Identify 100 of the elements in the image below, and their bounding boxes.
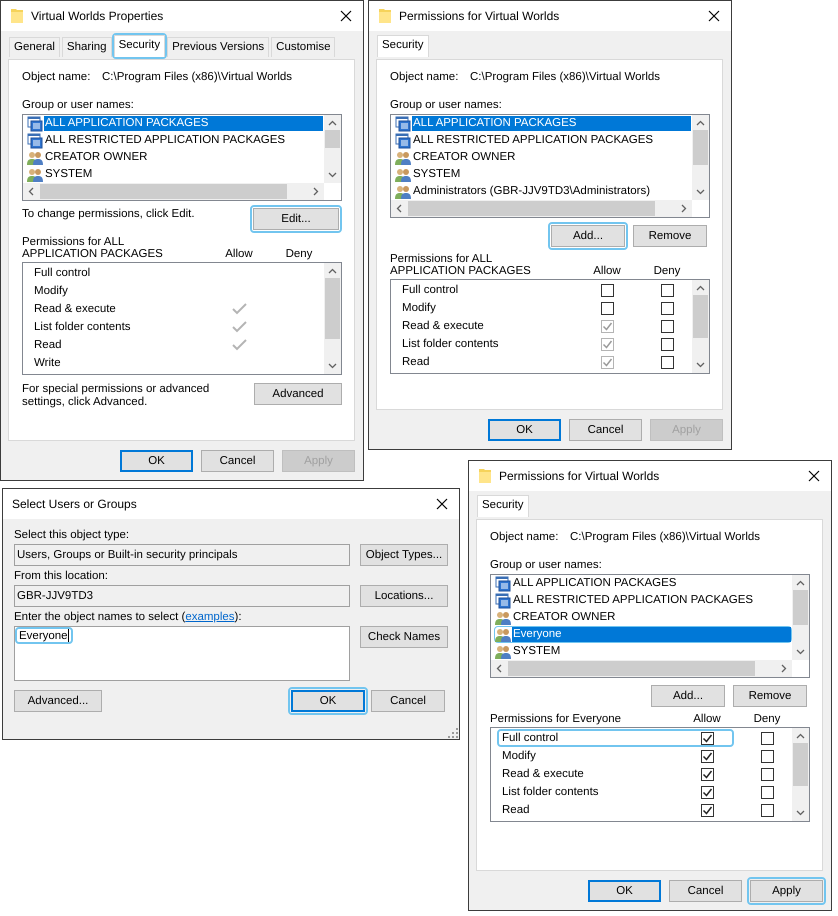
list-item[interactable]: CREATOR OWNER [44, 150, 323, 165]
checkbox[interactable] [660, 302, 674, 314]
advanced-button[interactable]: Advanced... [14, 690, 102, 712]
tab[interactable]: Sharing [62, 37, 112, 57]
scroll-left-icon[interactable] [396, 204, 402, 213]
dialog-button[interactable]: OK [291, 690, 365, 712]
scroll-thumb[interactable] [325, 130, 340, 148]
scroll-left-icon[interactable] [28, 187, 34, 196]
list-button[interactable]: Add... [651, 685, 725, 707]
dialog-button[interactable]: OK [588, 880, 661, 902]
instruction-text: For special permissions or advanced settings, click Advanced. [22, 383, 210, 409]
tab[interactable]: Security [377, 35, 429, 57]
scroll-up-icon[interactable] [328, 120, 337, 126]
scroll-up-icon[interactable] [328, 268, 337, 274]
scroll-left-icon[interactable] [496, 664, 502, 673]
tab[interactable]: Customise [271, 37, 336, 57]
check-names-button[interactable]: Check Names [360, 626, 448, 648]
tab[interactable]: General [9, 37, 60, 57]
scroll-right-icon[interactable] [681, 204, 687, 213]
list-item[interactable]: Administrators (GBR-JJV9TD3\Administrators) [412, 184, 691, 199]
list-button[interactable]: Edit... [253, 208, 339, 230]
dialog-button[interactable]: Cancel [569, 419, 642, 441]
tab[interactable]: Security [477, 495, 529, 517]
scroll-thumb[interactable] [693, 295, 708, 338]
vertical-scrollbar[interactable] [692, 280, 709, 373]
checkbox[interactable] [660, 284, 674, 296]
list-item[interactable]: SYSTEM [44, 167, 323, 182]
scroll-thumb[interactable] [793, 590, 808, 625]
horizontal-scrollbar[interactable] [23, 183, 324, 200]
horizontal-scrollbar[interactable] [391, 200, 692, 217]
dialog-button[interactable]: OK [488, 419, 561, 441]
list-item[interactable]: ALL APPLICATION PACKAGES [412, 116, 691, 131]
vertical-scrollbar[interactable] [792, 575, 809, 660]
close-icon[interactable] [808, 470, 820, 482]
permission-name: Modify [402, 302, 437, 314]
close-icon[interactable] [340, 10, 352, 22]
dialog-button[interactable]: Cancel [201, 450, 274, 472]
checkbox[interactable] [760, 750, 774, 762]
scroll-thumb[interactable] [508, 661, 755, 676]
scroll-down-icon[interactable] [796, 810, 805, 816]
scroll-up-icon[interactable] [696, 120, 705, 126]
scroll-thumb[interactable] [793, 743, 808, 786]
scroll-up-icon[interactable] [796, 580, 805, 586]
checkbox[interactable] [700, 786, 714, 798]
list-item[interactable]: SYSTEM [512, 644, 791, 659]
checkbox[interactable] [700, 804, 714, 816]
object-names-field[interactable]: Everyone [14, 626, 350, 681]
list-item[interactable]: ALL RESTRICTED APPLICATION PACKAGES [412, 133, 691, 148]
examples-link[interactable]: examples [185, 611, 235, 623]
dialog-button[interactable]: Cancel [371, 690, 445, 712]
checkbox[interactable] [600, 302, 614, 314]
list-button[interactable]: Remove [733, 685, 807, 707]
list-item[interactable]: ALL APPLICATION PACKAGES [44, 116, 323, 131]
dialog-button[interactable]: Cancel [669, 880, 742, 902]
close-icon[interactable] [436, 498, 448, 510]
field-button[interactable]: Object Types... [360, 544, 448, 566]
advanced-button[interactable]: Advanced [254, 383, 342, 405]
scroll-down-icon[interactable] [328, 363, 337, 369]
resize-grip-icon[interactable] [448, 728, 458, 738]
permissions-heading: Permissions for ALL [22, 236, 126, 248]
scroll-up-icon[interactable] [696, 285, 705, 291]
scroll-down-icon[interactable] [796, 649, 805, 655]
scroll-thumb[interactable] [408, 201, 655, 216]
list-item[interactable]: ALL RESTRICTED APPLICATION PACKAGES [44, 133, 323, 148]
vertical-scrollbar[interactable] [692, 115, 709, 200]
checkbox[interactable] [760, 804, 774, 816]
scroll-thumb[interactable] [325, 278, 340, 339]
vertical-scrollbar[interactable] [324, 263, 341, 374]
checkbox[interactable] [600, 284, 614, 296]
list-item[interactable]: CREATOR OWNER [412, 150, 691, 165]
tab[interactable]: Security [114, 35, 166, 57]
dialog-button[interactable]: OK [120, 450, 193, 472]
scroll-down-icon[interactable] [696, 362, 705, 368]
scroll-right-icon[interactable] [313, 187, 319, 196]
list-item[interactable]: ALL RESTRICTED APPLICATION PACKAGES [512, 593, 791, 608]
list-button[interactable]: Remove [633, 225, 707, 247]
scroll-down-icon[interactable] [696, 189, 705, 195]
checkbox[interactable] [700, 732, 714, 744]
vertical-scrollbar[interactable] [324, 115, 341, 183]
list-item[interactable]: ALL APPLICATION PACKAGES [512, 576, 791, 591]
tab[interactable]: Previous Versions [167, 37, 270, 57]
checkbox[interactable] [760, 786, 774, 798]
vertical-scrollbar[interactable] [792, 728, 809, 821]
checkbox[interactable] [760, 768, 774, 780]
checkbox[interactable] [700, 750, 714, 762]
horizontal-scrollbar[interactable] [491, 660, 792, 677]
scroll-down-icon[interactable] [328, 172, 337, 178]
field-button[interactable]: Locations... [360, 585, 448, 607]
list-item[interactable]: SYSTEM [412, 167, 691, 182]
dialog-button[interactable]: Apply [750, 880, 823, 902]
scroll-right-icon[interactable] [781, 664, 787, 673]
checkbox[interactable] [700, 768, 714, 780]
checkbox[interactable] [760, 732, 774, 744]
scroll-thumb[interactable] [693, 130, 708, 165]
list-button[interactable]: Add... [551, 225, 625, 247]
close-icon[interactable] [708, 10, 720, 22]
scroll-thumb[interactable] [40, 184, 287, 199]
list-item[interactable]: Everyone [512, 627, 791, 642]
list-item[interactable]: CREATOR OWNER [512, 610, 791, 625]
scroll-up-icon[interactable] [796, 733, 805, 739]
